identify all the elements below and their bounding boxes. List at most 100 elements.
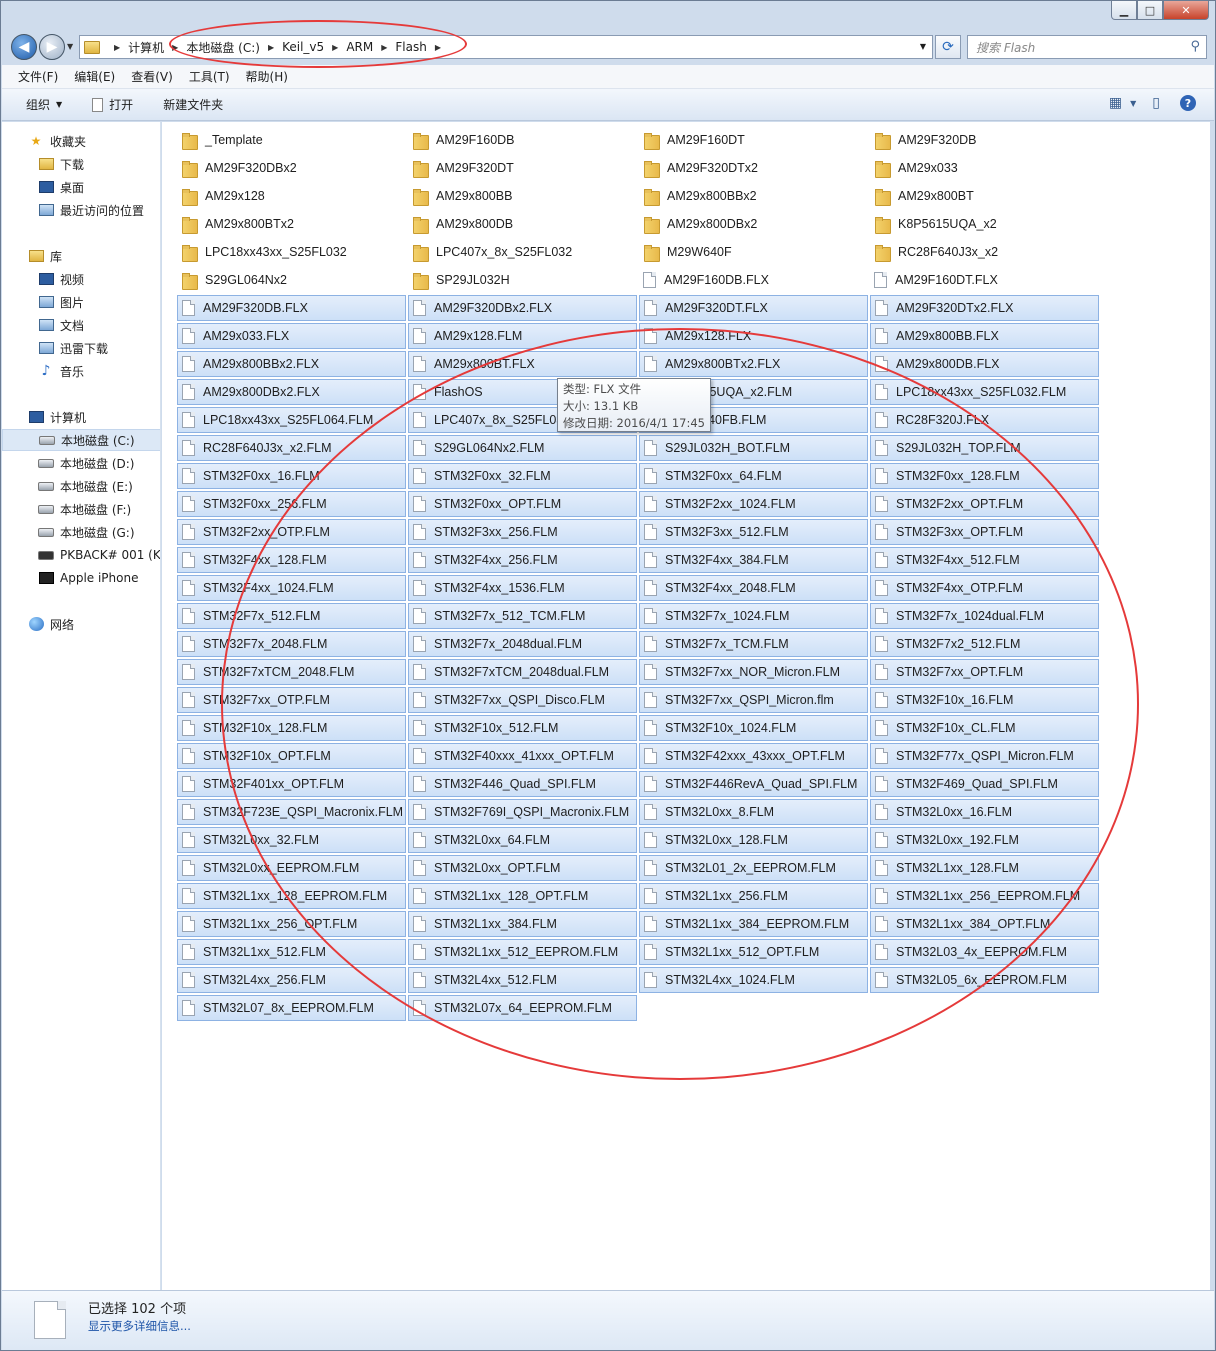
file-item[interactable]: STM32F4xx_2048.FLM [639, 575, 868, 601]
folder-item[interactable]: AM29x800BBx2 [639, 183, 868, 209]
address-bar[interactable]: ▶ 计算机 ▶ 本地磁盘 (C:) ▶ Keil_v5 ▶ ARM ▶ Flas… [79, 35, 933, 59]
folder-item[interactable]: AM29x800BB [408, 183, 637, 209]
menu-help[interactable]: 帮助(H) [246, 68, 288, 85]
file-item[interactable]: STM32L03_4x_EEPROM.FLM [870, 939, 1099, 965]
breadcrumb-separator-icon[interactable]: ▶ [381, 43, 387, 52]
maximize-button[interactable]: □ [1137, 1, 1163, 20]
menu-tools[interactable]: 工具(T) [189, 68, 230, 85]
file-item[interactable]: STM32F4xx_128.FLM [177, 547, 406, 573]
breadcrumb-arm[interactable]: ARM [346, 40, 373, 54]
folder-item[interactable]: LPC407x_8x_S25FL032 [408, 239, 637, 265]
search-icon[interactable]: ⚲ [1190, 39, 1200, 54]
file-item[interactable]: AM29F160DT.FLX [870, 267, 1099, 293]
file-item[interactable]: STM32F446RevA_Quad_SPI.FLM [639, 771, 868, 797]
breadcrumb-keil[interactable]: Keil_v5 [282, 40, 324, 54]
folder-item[interactable]: RC28F640J3x_x2 [870, 239, 1099, 265]
file-item[interactable]: STM32F10x_512.FLM [408, 715, 637, 741]
file-item[interactable]: STM32L0xx_32.FLM [177, 827, 406, 853]
file-item[interactable]: STM32L1xx_384_OPT.FLM [870, 911, 1099, 937]
breadcrumb-drive-c[interactable]: 本地磁盘 (C:) [186, 39, 260, 56]
file-item[interactable]: STM32F2xx_OPT.FLM [870, 491, 1099, 517]
sidebar-item-drive-c[interactable]: 本地磁盘 (C:) [2, 429, 160, 451]
sidebar-item-pictures[interactable]: 图片 [2, 291, 160, 313]
file-item[interactable]: STM32L1xx_256_OPT.FLM [177, 911, 406, 937]
breadcrumb-separator-icon[interactable]: ▶ [435, 43, 441, 52]
file-item[interactable]: STM32L1xx_384_EEPROM.FLM [639, 911, 868, 937]
file-item[interactable]: STM32L1xx_256.FLM [639, 883, 868, 909]
file-item[interactable]: STM32F7xx_QSPI_Micron.flm [639, 687, 868, 713]
file-item[interactable]: STM32L4xx_256.FLM [177, 967, 406, 993]
breadcrumb-separator-icon[interactable]: ▶ [332, 43, 338, 52]
file-item[interactable]: STM32F769I_QSPI_Macronix.FLM [408, 799, 637, 825]
file-item[interactable]: STM32F401xx_OPT.FLM [177, 771, 406, 797]
file-item[interactable]: STM32F446_Quad_SPI.FLM [408, 771, 637, 797]
file-item[interactable]: STM32L1xx_128_OPT.FLM [408, 883, 637, 909]
sidebar-item-drive-f[interactable]: 本地磁盘 (F:) [2, 498, 160, 520]
file-item[interactable]: STM32F7x_1024.FLM [639, 603, 868, 629]
file-item[interactable]: AM29x800DB.FLX [870, 351, 1099, 377]
sidebar-item-network[interactable]: 网络 [2, 613, 160, 635]
file-item[interactable]: STM32F7x2_512.FLM [870, 631, 1099, 657]
file-item[interactable]: STM32F4xx_256.FLM [408, 547, 637, 573]
file-item[interactable]: STM32L1xx_128_EEPROM.FLM [177, 883, 406, 909]
file-item[interactable]: STM32F77x_QSPI_Micron.FLM [870, 743, 1099, 769]
file-item[interactable]: STM32L1xx_512_OPT.FLM [639, 939, 868, 965]
address-dropdown-icon[interactable]: ▼ [920, 42, 926, 51]
folder-item[interactable]: _Template [177, 127, 406, 153]
file-item[interactable]: STM32F723E_QSPI_Macronix.FLM [177, 799, 406, 825]
file-item[interactable]: STM32F7xTCM_2048.FLM [177, 659, 406, 685]
folder-item[interactable]: LPC18xx43xx_S25FL032 [177, 239, 406, 265]
file-item[interactable]: STM32F0xx_256.FLM [177, 491, 406, 517]
file-item[interactable]: STM32F7xx_OTP.FLM [177, 687, 406, 713]
file-item[interactable]: STM32F0xx_OPT.FLM [408, 491, 637, 517]
file-item[interactable]: STM32L1xx_512_EEPROM.FLM [408, 939, 637, 965]
file-item[interactable]: S29GL064Nx2.FLM [408, 435, 637, 461]
sidebar-item-iphone[interactable]: Apple iPhone [2, 567, 160, 589]
file-item[interactable]: STM32F10x_128.FLM [177, 715, 406, 741]
sidebar-item-documents[interactable]: 文档 [2, 314, 160, 336]
file-item[interactable]: STM32F7x_512_TCM.FLM [408, 603, 637, 629]
file-item[interactable]: AM29x800DBx2.FLX [177, 379, 406, 405]
folder-item[interactable]: AM29x033 [870, 155, 1099, 181]
new-folder-button[interactable]: 新建文件夹 [163, 96, 223, 113]
file-item[interactable]: STM32L1xx_384.FLM [408, 911, 637, 937]
back-button[interactable]: ◀ [11, 34, 37, 60]
preview-pane-icon[interactable]: ▯ [1152, 95, 1160, 111]
folder-item[interactable]: AM29F320DTx2 [639, 155, 868, 181]
breadcrumb-separator-icon[interactable]: ▶ [268, 43, 274, 52]
folder-item[interactable]: AM29F320DB [870, 127, 1099, 153]
refresh-button[interactable]: ⟳ [935, 35, 961, 59]
close-button[interactable]: ✕ [1163, 1, 1209, 20]
file-item[interactable]: STM32L1xx_512.FLM [177, 939, 406, 965]
file-item[interactable]: STM32F3xx_512.FLM [639, 519, 868, 545]
breadcrumb-separator-icon[interactable]: ▶ [172, 43, 178, 52]
file-item[interactable]: S29JL032H_BOT.FLM [639, 435, 868, 461]
file-item[interactable]: STM32F10x_OPT.FLM [177, 743, 406, 769]
menu-view[interactable]: 查看(V) [131, 68, 173, 85]
file-item[interactable]: AM29F320DTx2.FLX [870, 295, 1099, 321]
folder-item[interactable]: AM29x800BT [870, 183, 1099, 209]
file-item[interactable]: STM32F7xx_QSPI_Disco.FLM [408, 687, 637, 713]
file-item[interactable]: AM29F320DBx2.FLX [408, 295, 637, 321]
file-item[interactable]: AM29x800BB.FLX [870, 323, 1099, 349]
sidebar-item-drive-g[interactable]: 本地磁盘 (G:) [2, 521, 160, 543]
file-item[interactable]: AM29x128.FLM [408, 323, 637, 349]
sidebar-item-computer[interactable]: 计算机 [2, 406, 160, 428]
sidebar-item-pkback[interactable]: PKBACK# 001 (K: [2, 544, 160, 566]
folder-item[interactable]: AM29F320DBx2 [177, 155, 406, 181]
file-item[interactable]: STM32F10x_1024.FLM [639, 715, 868, 741]
file-item[interactable]: STM32F10x_CL.FLM [870, 715, 1099, 741]
file-item[interactable]: STM32L0xx_8.FLM [639, 799, 868, 825]
folder-item[interactable]: AM29F160DB [408, 127, 637, 153]
file-item[interactable]: STM32L0xx_64.FLM [408, 827, 637, 853]
file-item[interactable]: STM32L01_2x_EEPROM.FLM [639, 855, 868, 881]
file-item[interactable]: STM32L1xx_128.FLM [870, 855, 1099, 881]
file-item[interactable]: AM29x033.FLX [177, 323, 406, 349]
file-item[interactable]: STM32F0xx_16.FLM [177, 463, 406, 489]
folder-item[interactable]: S29GL064Nx2 [177, 267, 406, 293]
file-item[interactable]: STM32F0xx_32.FLM [408, 463, 637, 489]
sidebar-item-recent[interactable]: 最近访问的位置 [2, 199, 160, 221]
sidebar-item-music[interactable]: ♪ 音乐 [2, 360, 160, 382]
folder-item[interactable]: K8P5615UQA_x2 [870, 211, 1099, 237]
file-item[interactable]: STM32F4xx_1024.FLM [177, 575, 406, 601]
